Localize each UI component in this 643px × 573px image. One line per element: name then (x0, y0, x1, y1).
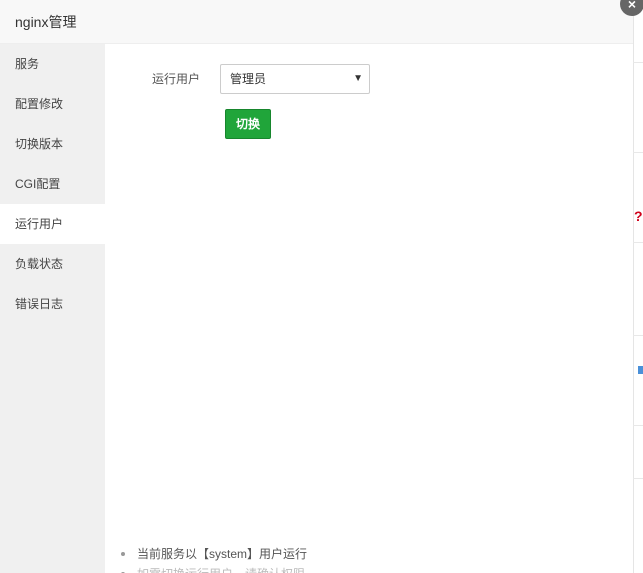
content-panel: 运行用户 管理员 ▼ 切换 当前服务以【system】用户运行 如需切换运行用户… (105, 44, 633, 573)
chevron-down-icon: ▼ (353, 73, 363, 84)
sidebar-item-config-edit[interactable]: 配置修改 (0, 84, 105, 124)
sidebar-item-error-log[interactable]: 错误日志 (0, 284, 105, 324)
background-divider (633, 152, 643, 153)
background-blue-mark (638, 366, 643, 374)
background-divider (633, 242, 643, 243)
sidebar-item-service[interactable]: 服务 (0, 44, 105, 84)
background-divider (633, 62, 643, 63)
sidebar: 服务 配置修改 切换版本 CGI配置 运行用户 负载状态 错误日志 (0, 44, 105, 573)
tip-item: 当前服务以【system】用户运行 (119, 544, 307, 564)
background-divider (633, 335, 643, 336)
run-user-select[interactable]: 管理员 ▼ (220, 64, 370, 94)
dialog-header: nginx管理 (0, 0, 633, 44)
sidebar-item-load-status[interactable]: 负载状态 (0, 244, 105, 284)
sidebar-item-run-user[interactable]: 运行用户 (0, 204, 105, 244)
background-red-mark: ? (634, 208, 643, 224)
run-user-selected-value: 管理员 (230, 72, 267, 86)
switch-button[interactable]: 切换 (225, 109, 271, 139)
background-divider (633, 425, 643, 426)
nginx-manager-dialog: nginx管理 服务 配置修改 切换版本 CGI配置 运行用户 负载状态 错误日… (0, 0, 633, 573)
sidebar-item-switch-version[interactable]: 切换版本 (0, 124, 105, 164)
dialog-title: nginx管理 (15, 14, 77, 30)
run-user-row: 运行用户 管理员 ▼ (105, 64, 633, 94)
tips-list: 当前服务以【system】用户运行 如需切换运行用户，请确认权限 (119, 544, 307, 573)
background-page-strip (633, 0, 643, 573)
background-divider (633, 478, 643, 479)
run-user-label: 运行用户 (152, 72, 201, 86)
tip-item: 如需切换运行用户，请确认权限 (119, 564, 307, 573)
sidebar-item-cgi-config[interactable]: CGI配置 (0, 164, 105, 204)
